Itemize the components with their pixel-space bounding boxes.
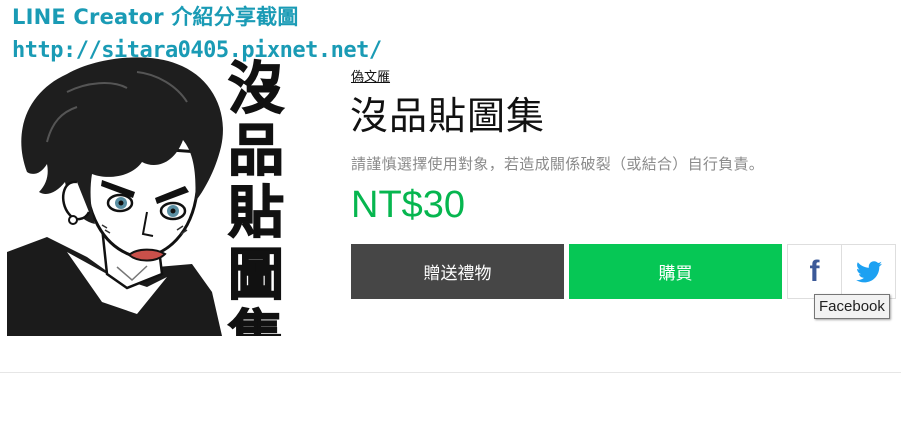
vertical-char: 品	[227, 118, 284, 184]
vertical-char: 集	[227, 305, 284, 336]
sticker-vertical-title: 沒 品 貼 圖 集	[221, 56, 291, 336]
watermark: LINE Creator 介紹分享截圖 http://sitara0405.pi…	[12, 1, 382, 67]
vertical-char: 貼	[227, 180, 284, 246]
watermark-title: LINE Creator 介紹分享截圖	[12, 5, 299, 29]
product-description: 請謹慎選擇使用對象，若造成關係破裂（或結合）自行負責。	[351, 155, 765, 173]
twitter-share-button[interactable]	[841, 245, 895, 298]
watermark-url: http://sitara0405.pixnet.net/	[12, 38, 382, 63]
product-price: NT$30	[351, 184, 466, 226]
facebook-share-button[interactable]: f	[788, 245, 841, 298]
facebook-tooltip: Facebook	[814, 294, 890, 319]
send-gift-button[interactable]: 贈送禮物	[351, 244, 564, 299]
buy-button[interactable]: 購買	[569, 244, 782, 299]
share-buttons: f	[787, 244, 896, 299]
send-gift-label: 贈送禮物	[423, 264, 492, 284]
creator-link[interactable]: 偽文雁	[351, 66, 390, 85]
sticker-main-image: 沒 品 貼 圖 集	[7, 52, 293, 336]
product-title: 沒品貼圖集	[350, 94, 546, 138]
vertical-char: 圖	[227, 242, 284, 308]
page: LINE Creator 介紹分享截圖 http://sitara0405.pi…	[0, 0, 901, 447]
twitter-icon	[855, 260, 882, 282]
vertical-char: 沒	[227, 56, 284, 122]
facebook-icon: f	[809, 254, 820, 288]
buy-label: 購買	[658, 264, 693, 284]
section-divider	[0, 372, 901, 373]
